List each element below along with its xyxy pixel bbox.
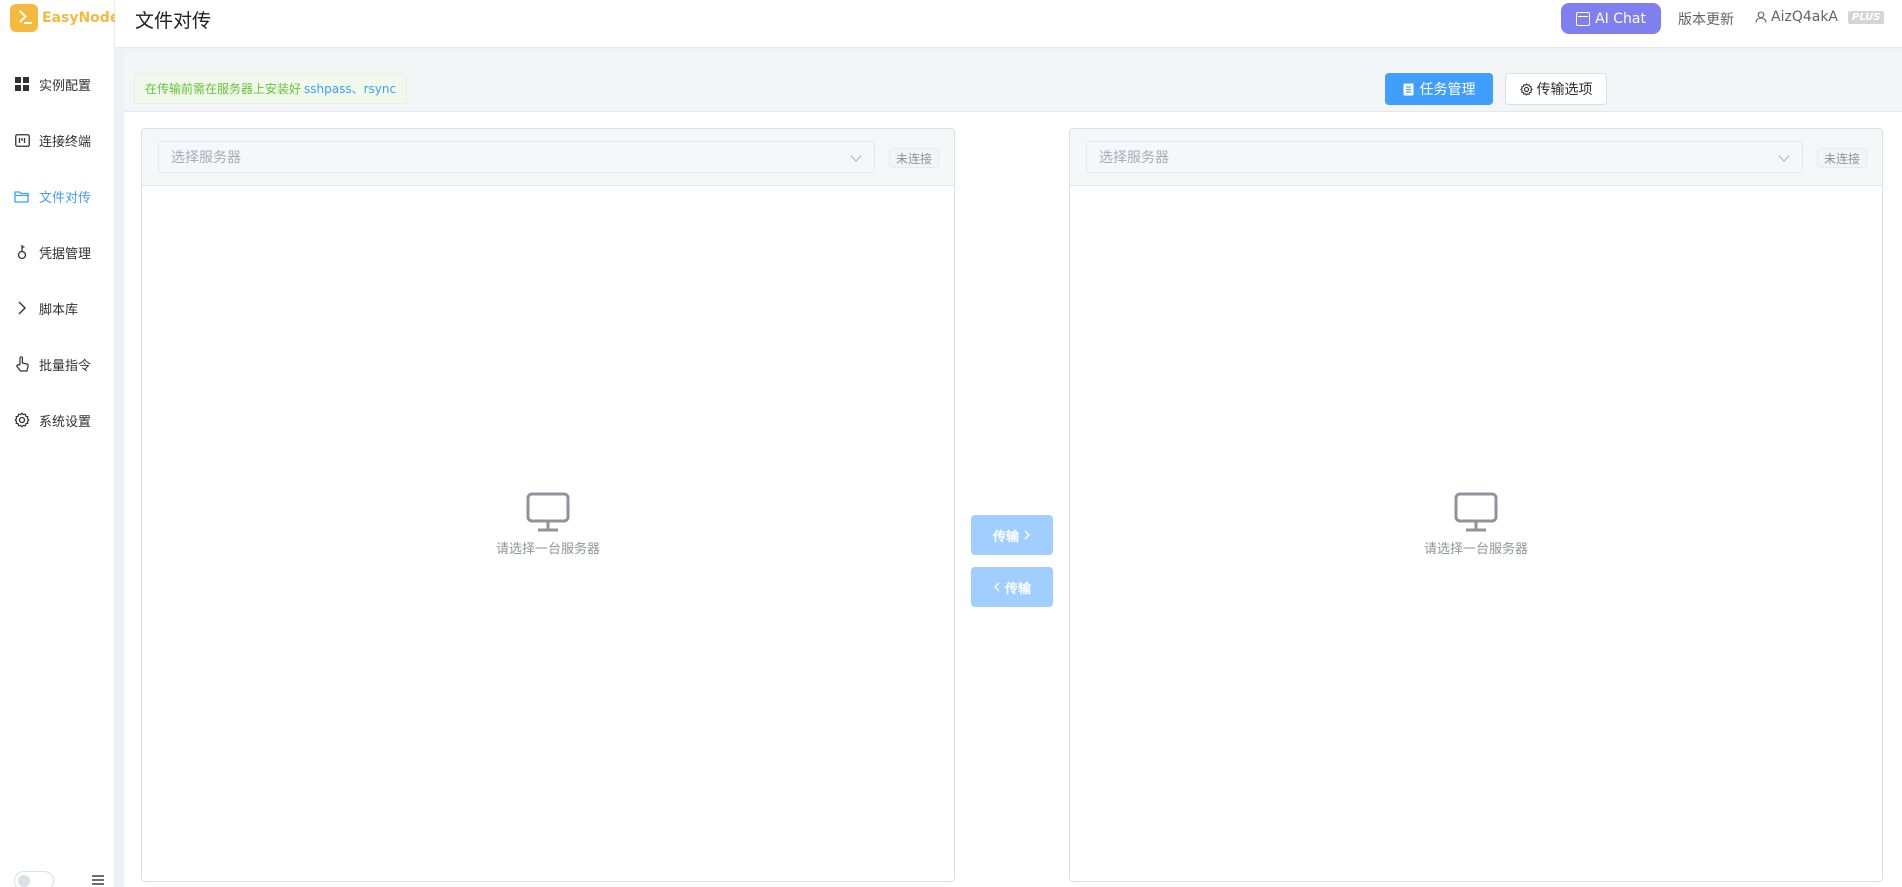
grid-icon (14, 76, 30, 92)
chevron-down-icon (1778, 150, 1790, 162)
sidebar-footer (0, 867, 115, 887)
app-name: EasyNode (42, 10, 120, 26)
transfer-toolbar: 在传输前需在服务器上安装好 sshpass、rsync 任务管理 传输选项 (124, 52, 1902, 112)
sidebar-item-terminal[interactable]: 连接终端 (0, 112, 115, 168)
chevron-left-icon (994, 582, 1000, 592)
transfer-to-left-button[interactable]: 传输 (971, 567, 1053, 607)
theme-toggle[interactable] (14, 871, 54, 887)
left-empty-state: 请选择一台服务器 (142, 492, 954, 557)
page-title: 文件对传 (135, 10, 212, 32)
sidebar-item-settings[interactable]: 系统设置 (0, 392, 115, 448)
gear-icon (1519, 82, 1533, 96)
sidebar-item-label: 实例配置 (39, 78, 92, 94)
left-panel-header: 选择服务器 未连接 (142, 129, 954, 186)
gear-icon (14, 412, 30, 428)
calendar-icon (1576, 11, 1591, 26)
ai-chat-label: AI Chat (1595, 10, 1646, 27)
tip-tools: sshpass、rsync (304, 82, 397, 96)
right-server-panel: 选择服务器 未连接 请选择一台服务器 (1069, 128, 1883, 882)
user-menu[interactable]: AizQ4akA (1755, 9, 1838, 25)
right-connection-status: 未连接 (1817, 148, 1868, 168)
task-management-button[interactable]: 任务管理 (1385, 73, 1493, 105)
top-header: 文件对传 AI Chat 版本更新 AizQ4akA PLUS (115, 0, 1902, 48)
sidebar-item-scripts[interactable]: 脚本库 (0, 280, 115, 336)
transfer-label: 传输 (1004, 581, 1031, 597)
transfer-options-button[interactable]: 传输选项 (1505, 73, 1607, 105)
app-logo[interactable]: EasyNode (10, 4, 119, 32)
left-server-panel: 选择服务器 未连接 请选择一台服务器 (141, 128, 955, 882)
chevron-right-icon (14, 300, 30, 316)
terminal-icon (14, 132, 30, 148)
sidebar-item-label: 脚本库 (39, 302, 79, 318)
empty-message: 请选择一台服务器 (495, 542, 600, 557)
monitor-icon (1454, 492, 1498, 532)
right-empty-state: 请选择一台服务器 (1070, 492, 1882, 557)
user-icon (1755, 11, 1767, 23)
right-panel-header: 选择服务器 未连接 (1070, 129, 1882, 186)
chevron-right-icon (1024, 530, 1030, 540)
sidebar-item-label: 凭据管理 (39, 246, 92, 262)
key-icon (14, 244, 30, 260)
sidebar-item-label: 系统设置 (39, 414, 92, 430)
transfer-label: 传输 (992, 529, 1019, 545)
sidebar-item-label: 批量指令 (39, 358, 92, 374)
username: AizQ4akA (1771, 9, 1839, 25)
tip-text: 在传输前需在服务器上安装好 (145, 82, 302, 96)
pointer-icon (14, 356, 30, 372)
version-update-link[interactable]: 版本更新 (1678, 9, 1734, 29)
menu-collapse-icon[interactable] (92, 874, 104, 886)
sidebar: EasyNode 实例配置 连接终端 文件对传 凭据管理 脚本库 批量指令 系统… (0, 0, 119, 887)
sidebar-item-instances[interactable]: 实例配置 (0, 56, 115, 112)
transfer-options-label: 传输选项 (1536, 82, 1593, 98)
sidebar-item-label: 文件对传 (39, 190, 92, 206)
transfer-workspace: 选择服务器 未连接 请选择一台服务器 传输 传输 选择服务器 未连接 请选择一台… (124, 112, 1902, 887)
select-placeholder: 选择服务器 (1099, 150, 1169, 166)
logo-icon (10, 4, 38, 32)
left-connection-status: 未连接 (889, 148, 940, 168)
sidebar-item-batch-commands[interactable]: 批量指令 (0, 336, 115, 392)
empty-message: 请选择一台服务器 (1423, 542, 1528, 557)
folder-icon (14, 188, 30, 204)
sidebar-item-label: 连接终端 (39, 134, 92, 150)
select-placeholder: 选择服务器 (171, 150, 241, 166)
install-tip: 在传输前需在服务器上安装好 sshpass、rsync (134, 73, 408, 104)
sidebar-item-credentials[interactable]: 凭据管理 (0, 224, 115, 280)
task-management-label: 任务管理 (1419, 82, 1476, 98)
ai-chat-button[interactable]: AI Chat (1561, 3, 1661, 34)
sidebar-menu: 实例配置 连接终端 文件对传 凭据管理 脚本库 批量指令 系统设置 (0, 56, 115, 448)
sidebar-item-file-transfer[interactable]: 文件对传 (0, 168, 115, 224)
right-server-select[interactable]: 选择服务器 (1086, 141, 1803, 173)
transfer-to-right-button[interactable]: 传输 (971, 515, 1053, 555)
document-icon (1403, 83, 1413, 95)
left-server-select[interactable]: 选择服务器 (158, 141, 875, 173)
main-content: 在传输前需在服务器上安装好 sshpass、rsync 任务管理 传输选项 选择… (115, 48, 1902, 887)
chevron-down-icon (850, 150, 862, 162)
plan-badge: PLUS (1848, 11, 1885, 24)
monitor-icon (526, 492, 570, 532)
